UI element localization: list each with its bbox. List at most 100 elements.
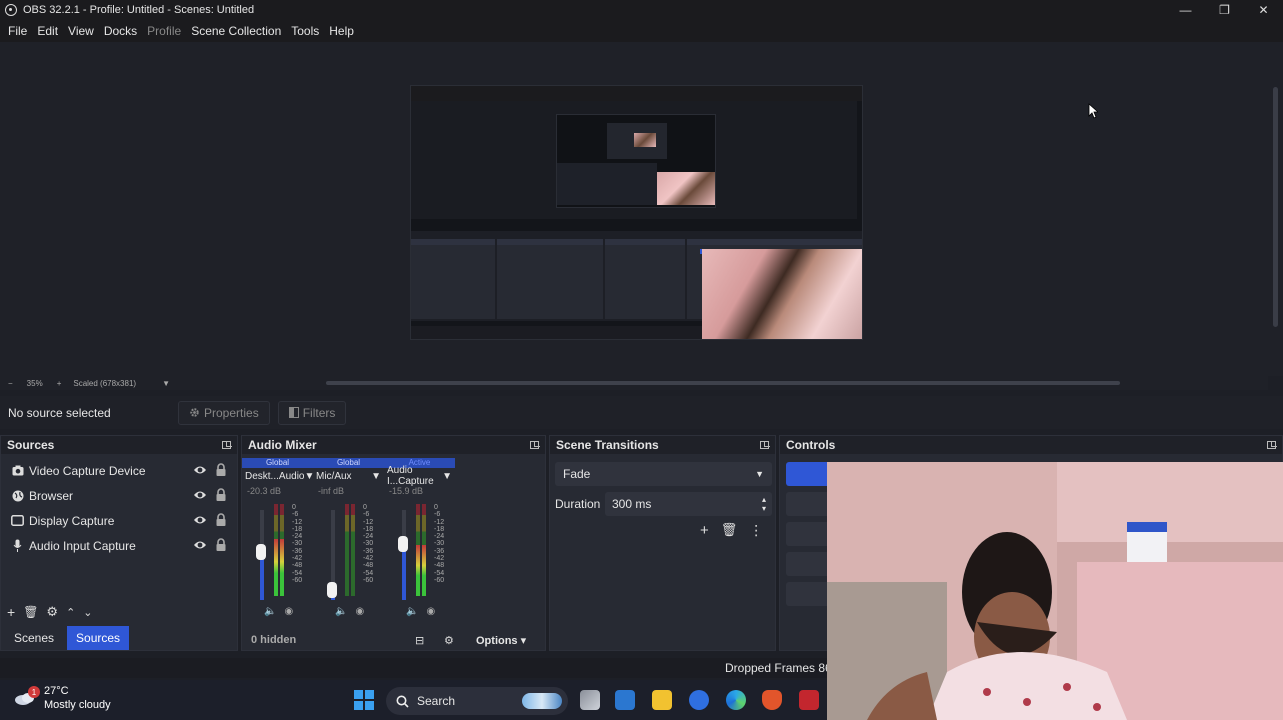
visibility-eye-icon[interactable] [193, 489, 207, 501]
source-item-video-capture[interactable]: Video Capture Device [1, 458, 237, 483]
meter-scale-label: -12 [434, 518, 445, 526]
scene-transitions-header: Scene Transitions [550, 436, 775, 454]
restore-button[interactable]: ❐ [1205, 0, 1244, 20]
volume-fader[interactable] [402, 510, 406, 600]
lock-icon[interactable] [215, 538, 227, 552]
scene-transitions-title: Scene Transitions [556, 438, 659, 452]
meter-scale-label: -12 [292, 518, 303, 526]
task-view-icon[interactable] [580, 690, 600, 710]
undock-icon[interactable] [530, 441, 540, 449]
tab-scenes[interactable]: Scenes [5, 626, 64, 650]
channel-tag: Global [242, 458, 313, 468]
undock-icon[interactable] [222, 441, 232, 449]
undock-icon[interactable] [1267, 441, 1277, 449]
source-item-display-capture[interactable]: Display Capture [1, 508, 237, 533]
visibility-eye-icon[interactable] [193, 514, 207, 526]
menu-help[interactable]: Help [324, 24, 359, 38]
start-button-windows-icon[interactable] [354, 690, 374, 710]
speaker-icon[interactable]: 🔈 [406, 606, 418, 617]
meter-scale-label: -30 [292, 540, 303, 548]
speaker-icon[interactable]: 🔈 [335, 606, 347, 617]
monitor-headphone-icon[interactable]: ◉ [284, 606, 293, 617]
fader-knob[interactable] [398, 536, 408, 552]
preview-zoom-bar: − 35% + Scaled (678x381) ▼ [0, 376, 1268, 390]
move-down-icon[interactable]: ⌄ [83, 606, 92, 619]
source-item-audio-input[interactable]: Audio Input Capture [1, 533, 237, 558]
source-settings-gear-icon[interactable]: ⚙ [46, 604, 58, 620]
menu-docks[interactable]: Docks [99, 24, 142, 38]
monitor-headphone-icon[interactable]: ◉ [355, 606, 364, 617]
obs-window: OBS 32.2.1 - Profile: Untitled - Scenes:… [0, 0, 1283, 720]
zoom-out-button[interactable]: − [8, 379, 13, 388]
menu-tools[interactable]: Tools [286, 24, 324, 38]
tab-sources[interactable]: Sources [67, 626, 130, 650]
fader-knob[interactable] [327, 582, 337, 598]
filters-button[interactable]: Filters [277, 400, 347, 425]
store-icon[interactable] [615, 690, 635, 710]
options-button[interactable]: Options ▾ [476, 634, 526, 647]
lock-icon[interactable] [215, 463, 227, 477]
search-highlight-art [522, 693, 562, 709]
window-title: OBS 32.2.1 - Profile: Untitled - Scenes:… [23, 4, 255, 16]
preview-output-image [410, 85, 863, 340]
app-icon[interactable] [799, 690, 819, 710]
dock-tabs: Scenes Sources [1, 626, 130, 650]
scale-dropdown-icon[interactable]: ▼ [162, 379, 170, 388]
app-store-icon[interactable] [689, 690, 709, 710]
layout-toggle-icon[interactable]: ⊟ [415, 634, 424, 647]
channel-name-dropdown[interactable]: Deskt...Audio ▼ [242, 468, 314, 484]
visibility-eye-icon[interactable] [193, 539, 207, 551]
scrollbar-thumb[interactable] [1273, 87, 1278, 327]
properties-button[interactable]: Properties [178, 400, 270, 425]
transition-tools: + 🗑 ⋮ [700, 522, 763, 539]
undock-icon[interactable] [760, 441, 770, 449]
globe-icon [11, 489, 24, 502]
source-name: Audio Input Capture [29, 538, 136, 553]
add-source-icon[interactable]: + [7, 604, 15, 620]
preview-vertical-scrollbar[interactable] [1268, 42, 1283, 376]
file-explorer-icon[interactable] [652, 690, 672, 710]
menu-profile[interactable]: Profile [142, 24, 186, 38]
zoom-in-button[interactable]: + [57, 379, 62, 388]
add-transition-icon[interactable]: + [700, 522, 709, 539]
meter-level [280, 538, 284, 596]
minimize-button[interactable]: — [1166, 0, 1205, 20]
menu-view[interactable]: View [63, 24, 99, 38]
spin-arrows-icon[interactable]: ▴ ▾ [762, 495, 766, 513]
speaker-icon[interactable]: 🔈 [264, 606, 276, 617]
meter-scale-label: -36 [363, 547, 374, 555]
transition-menu-icon[interactable]: ⋮ [749, 522, 763, 539]
taskbar-search[interactable]: Search [386, 687, 568, 715]
audio-mixer-title: Audio Mixer [248, 438, 317, 452]
nested-webcam [702, 249, 862, 339]
fader-knob[interactable] [256, 544, 266, 560]
transition-select[interactable]: Fade ▼ [555, 462, 772, 486]
brave-browser-icon[interactable] [762, 690, 782, 710]
source-item-browser[interactable]: Browser [1, 483, 237, 508]
monitor-headphone-icon[interactable]: ◉ [426, 606, 435, 617]
sources-title: Sources [7, 438, 55, 452]
edge-browser-icon[interactable] [726, 690, 746, 710]
close-button[interactable]: ✕ [1244, 0, 1283, 20]
menu-edit[interactable]: Edit [32, 24, 63, 38]
remove-source-icon[interactable]: 🗑 [23, 605, 38, 619]
nested-transitions-dock [605, 239, 685, 319]
channel-name-dropdown[interactable]: Audio I...Capture ▼ [384, 465, 455, 487]
duration-spinbox[interactable]: 300 ms ▴ ▾ [605, 492, 772, 516]
advanced-audio-gear-icon[interactable]: ⚙ [444, 634, 454, 647]
preview-horizontal-scrollbar[interactable] [326, 381, 1120, 385]
weather-widget[interactable]: 1 27°C Mostly cloudy [14, 684, 111, 712]
lock-icon[interactable] [215, 513, 227, 527]
menu-file[interactable]: File [3, 24, 32, 38]
visibility-eye-icon[interactable] [193, 464, 207, 476]
move-up-icon[interactable]: ⌃ [66, 606, 75, 619]
channel-name-dropdown[interactable]: Mic/Aux ▼ [313, 468, 384, 484]
meter-scale-label: -30 [434, 540, 445, 548]
menu-scene-collection[interactable]: Scene Collection [186, 24, 286, 38]
level-meter [274, 504, 286, 596]
mixer-channel-mic: Global Mic/Aux ▼ -inf dB 0 -6 -12 -18 -24 -30-… [313, 458, 384, 628]
mouse-cursor-icon [1088, 103, 1098, 119]
remove-transition-icon[interactable]: 🗑 [721, 522, 738, 539]
lock-icon[interactable] [215, 488, 227, 502]
meter-scale-label: 0 [292, 504, 296, 511]
